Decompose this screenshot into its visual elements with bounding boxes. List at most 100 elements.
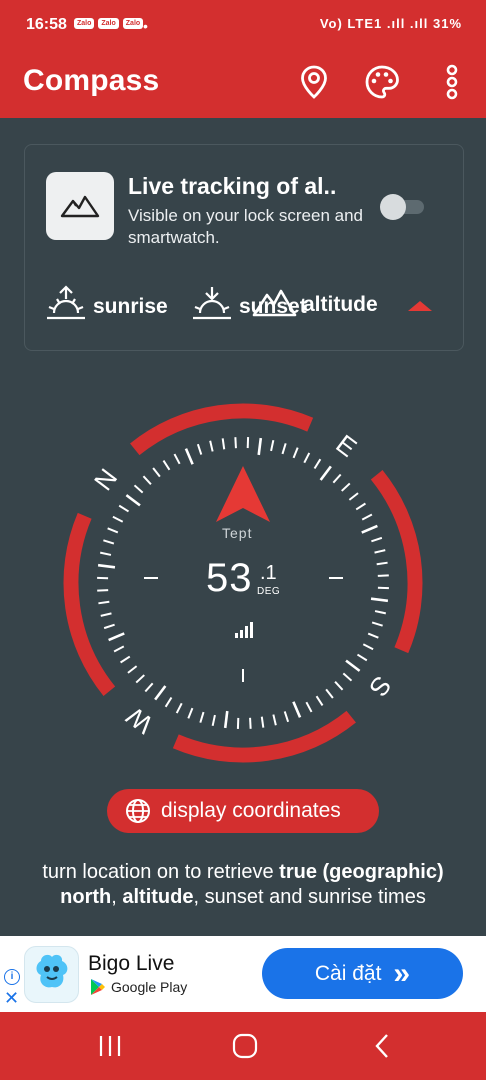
- back-icon[interactable]: [342, 1012, 422, 1080]
- compass-tick: [223, 710, 229, 729]
- heading-decimal: .1: [260, 562, 277, 584]
- app-title: Compass: [23, 64, 160, 97]
- collapse-arrow-icon[interactable]: [406, 299, 434, 319]
- hint-text: turn location on to retrieve: [42, 861, 280, 883]
- heading-unit: DEG: [257, 586, 281, 597]
- compass-tick: [356, 653, 368, 662]
- zalo-icon: Zalo: [74, 18, 95, 29]
- compass-tick: [103, 539, 115, 545]
- display-coordinates-button[interactable]: display coordinates: [107, 789, 379, 833]
- compass-tick: [257, 437, 263, 456]
- mountain-icon: [46, 172, 114, 240]
- compass-tick: [135, 674, 145, 684]
- palette-icon[interactable]: [362, 62, 402, 102]
- toggle-knob: [380, 194, 406, 220]
- ad-banner[interactable]: i ✕ Bigo Live Google Play Cài đặt »: [0, 936, 486, 1012]
- compass-tick: [152, 467, 161, 478]
- compass-tick: [362, 643, 374, 651]
- compass-tick: [97, 563, 116, 569]
- heading-sublabel: Tept: [222, 525, 253, 541]
- bigo-live-logo[interactable]: [24, 946, 79, 1003]
- compass-tick: [348, 492, 359, 501]
- compass-tick: [187, 707, 194, 719]
- live-tracking-toggle[interactable]: [380, 194, 424, 220]
- ad-info-icon[interactable]: i: [4, 969, 20, 985]
- compass-tick: [108, 632, 125, 642]
- sunset-icon: [191, 285, 233, 328]
- app-bar: Compass: [0, 52, 486, 118]
- compass-tick: [313, 458, 322, 470]
- compass-tick: [184, 448, 194, 465]
- install-button[interactable]: Cài đặt »: [262, 948, 463, 999]
- compass-tick: [361, 524, 378, 534]
- hint-emphasis: altitude: [122, 886, 194, 908]
- ad-store: Google Play: [90, 978, 187, 996]
- compass-tick: [175, 702, 183, 714]
- card-title: Live tracking of al..: [128, 173, 337, 199]
- compass-tick: [371, 621, 383, 627]
- compass-tick: [173, 453, 181, 465]
- compass-tick: [97, 589, 109, 592]
- ad-close-icon[interactable]: ✕: [4, 988, 19, 1009]
- compass-tick: [272, 714, 277, 726]
- compass-tick: [144, 682, 154, 693]
- sunrise-label: sunrise: [93, 294, 168, 318]
- compass-tick: [107, 527, 119, 534]
- card-subtitle: Visible on your lock screen and smartwat…: [128, 206, 363, 247]
- compass-tick: [325, 688, 334, 699]
- home-icon[interactable]: [205, 1012, 285, 1080]
- compass-tick: [154, 685, 167, 701]
- compass-tick: [374, 549, 386, 554]
- compass-tick: [334, 681, 344, 691]
- compass-tick: [367, 632, 379, 639]
- compass-tick: [370, 597, 389, 603]
- ad-store-label: Google Play: [111, 979, 188, 995]
- compass-tick: [196, 443, 203, 455]
- compass-tick: [260, 716, 265, 728]
- compass-tick: [332, 473, 342, 484]
- sunrise-icon: [45, 285, 87, 328]
- location-pin-icon[interactable]: [294, 62, 334, 102]
- globe-icon: [125, 798, 151, 824]
- compass-tick: [98, 600, 110, 605]
- status-bar: 16:58 Zalo Zalo Zalo • Vo) LTE1 .ıll .ıl…: [0, 0, 486, 52]
- compass-tick: [303, 452, 311, 464]
- compass-tick: [341, 482, 351, 492]
- more-vert-icon[interactable]: [432, 62, 472, 102]
- compass-tick: [133, 484, 144, 494]
- sunrise-option[interactable]: sunrise: [45, 285, 168, 328]
- compass-tick: [319, 465, 332, 481]
- compass-tick: [112, 515, 124, 523]
- compass-tick: [103, 623, 115, 630]
- altitude-option[interactable]: altitude: [251, 285, 378, 324]
- heading-value: 53: [206, 556, 253, 600]
- tracking-options-row: sunrise sunset altitude: [45, 285, 445, 325]
- system-nav-bar: [0, 1012, 486, 1080]
- altitude-icon: [251, 285, 297, 324]
- live-tracking-card: Live tracking of al.. Visible on your lo…: [24, 144, 464, 351]
- cardinal-s: S: [363, 671, 397, 703]
- compass-tick: [371, 536, 383, 543]
- ad-app-name[interactable]: Bigo Live: [88, 952, 174, 976]
- zalo-icon: Zalo: [98, 18, 119, 29]
- hint-text: , sunset and sunrise times: [193, 886, 426, 908]
- compass-tick: [100, 612, 112, 617]
- status-time: 16:58: [26, 16, 67, 33]
- compass-tick: [211, 714, 216, 727]
- install-label: Cài đặt: [314, 961, 382, 985]
- compass-tick: [127, 665, 138, 674]
- compass-tick: [283, 711, 290, 723]
- google-play-icon: [90, 978, 106, 996]
- double-chevron-icon: »: [393, 956, 411, 990]
- compass-tick: [99, 551, 112, 556]
- recent-apps-icon[interactable]: [70, 1012, 150, 1080]
- altitude-label: altitude: [303, 292, 378, 316]
- compass-tick: [374, 610, 387, 615]
- compass-tick: [164, 696, 173, 708]
- compass-tick: [361, 513, 373, 521]
- notification-dot: •: [143, 18, 148, 34]
- compass-tick: [292, 447, 299, 459]
- compass-tick: [199, 711, 205, 723]
- cardinal-w: W: [120, 701, 158, 740]
- status-indicators: Vo) LTE1 .ıll .ıll 31%: [319, 16, 462, 31]
